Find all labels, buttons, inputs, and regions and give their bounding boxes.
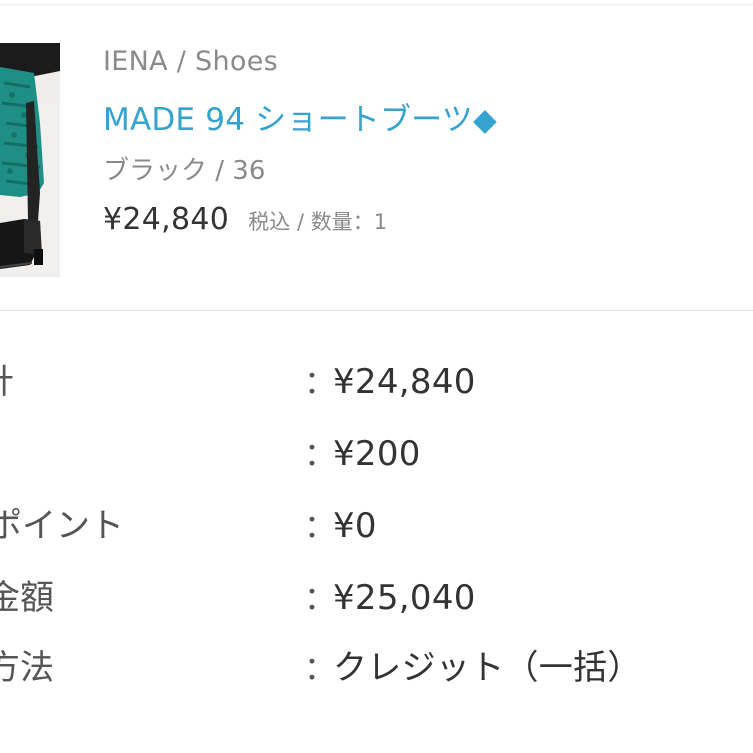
price-note: 税込 / 数量：1 — [248, 210, 388, 234]
summary-row-shipping: ： ¥200 — [0, 432, 753, 492]
summary-colon: ： — [304, 507, 337, 545]
summary-value: ¥25,040 — [333, 578, 476, 618]
order-confirmation-page: IENA / Shoes MADE 94 ショートブーツ◆ ブラック / 36 … — [0, 0, 753, 753]
product-price: ¥24,840 — [103, 202, 230, 237]
summary-row-total: 金額 ： ¥25,040 — [0, 576, 753, 636]
summary-value: クレジット（一括） — [333, 648, 642, 688]
summary-colon: ： — [304, 649, 337, 687]
summary-colon: ： — [304, 435, 337, 473]
product-name-link[interactable]: MADE 94 ショートブーツ◆ — [103, 94, 497, 139]
summary-label: 計 — [0, 360, 14, 404]
summary-value: ¥24,840 — [333, 362, 476, 402]
summary-label: 金額 — [0, 578, 54, 618]
summary-colon: ： — [304, 579, 337, 617]
product-variant: ブラック / 36 — [103, 156, 266, 186]
summary-label: ポイント — [0, 506, 124, 546]
price-line: ¥24,840 税込 / 数量：1 — [103, 202, 387, 237]
summary-row-payment-method: 方法 ： クレジット（一括） — [0, 646, 753, 706]
summary-value: ¥0 — [333, 506, 377, 546]
summary-value: ¥200 — [333, 434, 421, 474]
summary-label: 方法 — [0, 648, 54, 688]
summary-colon: ： — [304, 363, 337, 401]
brand-category: IENA / Shoes — [103, 46, 278, 77]
divider — [0, 310, 753, 311]
summary-row-subtotal: 計 ： ¥24,840 — [0, 360, 753, 420]
product-thumbnail[interactable] — [0, 43, 60, 277]
boots-photo-icon — [0, 43, 60, 277]
product-card: IENA / Shoes MADE 94 ショートブーツ◆ ブラック / 36 … — [0, 5, 753, 311]
summary-row-points: ポイント ： ¥0 — [0, 504, 753, 564]
